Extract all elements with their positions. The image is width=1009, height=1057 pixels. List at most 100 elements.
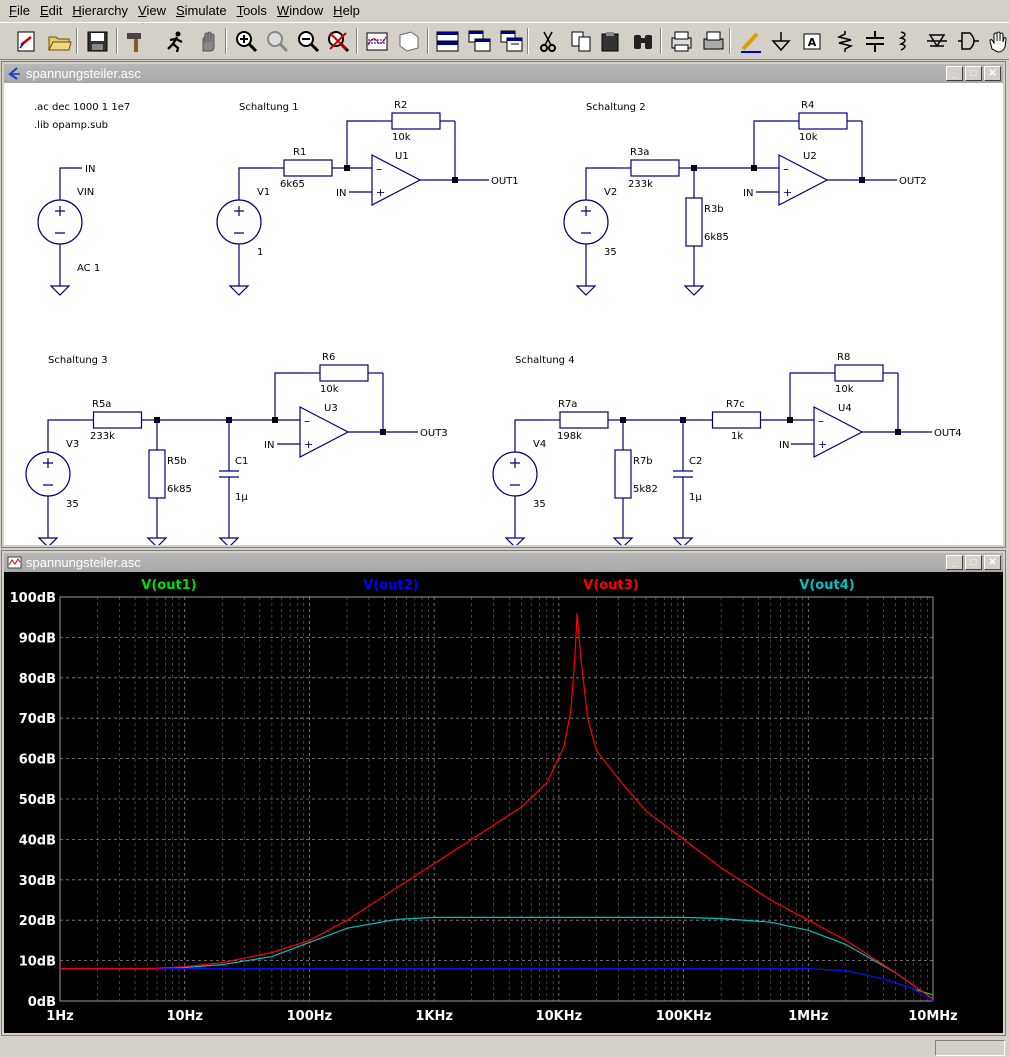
- plot-settings-button[interactable]: [396, 28, 422, 54]
- cascade-windows-button[interactable]: [466, 28, 492, 54]
- menu-help[interactable]: Help: [328, 0, 365, 22]
- legend-vout2[interactable]: V(out2): [363, 578, 418, 593]
- run-simulation-button[interactable]: [162, 28, 188, 54]
- waveform-plot-area[interactable]: 0dB 10dB 20dB 30dB 40dB 50dB 60dB 70dB 80dB 90dB 1…: [4, 572, 1003, 1033]
- c1-value: 1µ: [235, 492, 248, 503]
- copy-icon: [571, 31, 590, 51]
- control-panel-hammer-button[interactable]: [123, 28, 149, 54]
- paste-button[interactable]: [598, 28, 624, 54]
- vin-net-label: IN: [85, 164, 95, 175]
- capacitor-button[interactable]: [862, 28, 888, 54]
- autorange-plot-button[interactable]: [364, 28, 390, 54]
- x-tick-label: 10Hz: [166, 1009, 203, 1024]
- halt-button[interactable]: [194, 28, 220, 54]
- v3-name: V3: [66, 439, 79, 450]
- open-button[interactable]: [46, 28, 72, 54]
- svg-text:–: –: [376, 162, 382, 176]
- circuit4-title: Schaltung 4: [515, 355, 575, 366]
- schematic-window[interactable]: spannungsteiler.asc _ □ ✕ .ac dec 1000 1…: [1, 61, 1006, 548]
- c2-value: 1µ: [689, 492, 702, 503]
- schematic-maximize-button[interactable]: □: [965, 66, 982, 81]
- v4-value: 35: [533, 499, 546, 510]
- vin-name: VIN: [77, 187, 94, 198]
- move-hand-button[interactable]: [985, 28, 1009, 54]
- r5a-name: R5a: [92, 399, 111, 410]
- r6-value: 10k: [320, 384, 339, 395]
- waveform-window-icon: [7, 556, 22, 569]
- menu-view[interactable]: View: [133, 0, 171, 22]
- schematic-close-button[interactable]: ✕: [984, 66, 1001, 81]
- lib-directive: .lib opamp.sub: [34, 120, 108, 131]
- print-preview-button[interactable]: [668, 28, 694, 54]
- menu-edit[interactable]: Edit: [35, 0, 67, 22]
- copy-button[interactable]: [568, 28, 594, 54]
- menu-hierarchy[interactable]: Hierarchy: [67, 0, 133, 22]
- print-button[interactable]: [700, 28, 726, 54]
- v4-name: V4: [533, 439, 546, 450]
- waveform-close-button[interactable]: ✕: [984, 555, 1001, 570]
- menu-tools[interactable]: Tools: [232, 0, 272, 22]
- waveform-title-bar[interactable]: spannungsteiler.asc _ □ ✕: [4, 553, 1003, 572]
- cut-button[interactable]: [535, 28, 561, 54]
- bode-plot[interactable]: 0dB 10dB 20dB 30dB 40dB 50dB 60dB 70dB 80dB 90dB 1…: [4, 572, 999, 1033]
- resistor-button[interactable]: [832, 28, 858, 54]
- v3-value: 35: [66, 499, 79, 510]
- legend-vout4[interactable]: V(out4): [799, 578, 854, 593]
- label-net-icon: A: [803, 33, 820, 49]
- schematic-title-bar[interactable]: spannungsteiler.asc _ □ ✕: [4, 64, 1003, 83]
- r8-value: 10k: [835, 384, 854, 395]
- ground-button[interactable]: [768, 28, 794, 54]
- u1-name: U1: [395, 151, 409, 162]
- circuit2-in-label: IN: [743, 188, 753, 199]
- menu-simulate[interactable]: Simulate: [171, 0, 232, 22]
- component-button[interactable]: [955, 28, 981, 54]
- zoom-fit-button[interactable]: [325, 28, 351, 54]
- r1-name: R1: [293, 147, 306, 158]
- menu-window[interactable]: Window: [272, 0, 328, 22]
- schematic-canvas[interactable]: .ac dec 1000 1 1e7 .lib opamp.sub IN VIN AC …: [4, 83, 1003, 548]
- print-icon: [703, 31, 723, 49]
- menu-file[interactable]: File: [4, 0, 35, 22]
- find-button[interactable]: [630, 28, 656, 54]
- halt-icon: [202, 31, 214, 51]
- label-net-button[interactable]: A: [799, 28, 825, 54]
- zoom-out-icon: [297, 30, 319, 52]
- toolbar-separator: [356, 28, 358, 54]
- schematic-window-title: spannungsteiler.asc: [26, 66, 141, 81]
- r3b-name: R3b: [704, 204, 724, 215]
- r5a-value: 233k: [90, 431, 115, 442]
- move-hand-icon: [988, 31, 1007, 53]
- zoom-out-button[interactable]: [295, 28, 321, 54]
- r7c-name: R7c: [726, 399, 745, 410]
- toolbar-separator: [427, 28, 429, 54]
- save-icon: [87, 31, 107, 51]
- capacitor-icon: [865, 30, 884, 52]
- autorange-plot-icon: [366, 32, 387, 50]
- x-tick-label: 1MHz: [788, 1009, 828, 1024]
- v1-name: V1: [257, 187, 270, 198]
- out1-label: OUT1: [491, 176, 519, 187]
- draw-wire-icon: [740, 32, 761, 53]
- draw-wire-button[interactable]: [738, 28, 764, 54]
- schematic-minimize-button[interactable]: _: [946, 66, 963, 81]
- new-schematic-button[interactable]: [13, 28, 39, 54]
- zoom-in-button[interactable]: [233, 28, 259, 54]
- waveform-minimize-button[interactable]: _: [946, 555, 963, 570]
- r6-name: R6: [322, 352, 335, 363]
- plot-settings-icon: [399, 30, 418, 52]
- y-tick-label: 10dB: [19, 955, 56, 970]
- legend-vout3[interactable]: V(out3): [583, 578, 638, 593]
- inductor-button[interactable]: [892, 28, 918, 54]
- cascade-windows-icon: [468, 30, 490, 51]
- legend-vout1[interactable]: V(out1): [141, 578, 196, 593]
- circuit3-title: Schaltung 3: [48, 355, 108, 366]
- waveform-maximize-button[interactable]: □: [965, 555, 982, 570]
- pan-button[interactable]: [264, 28, 290, 54]
- tile-windows-button[interactable]: [434, 28, 460, 54]
- svg-text:+: +: [783, 186, 792, 199]
- waveform-window[interactable]: spannungsteiler.asc _ □ ✕ 0dB 10dB 20dB 30d…: [1, 550, 1006, 1036]
- close-windows-button[interactable]: [498, 28, 524, 54]
- svg-text:–: –: [818, 414, 824, 428]
- save-button[interactable]: [84, 28, 110, 54]
- diode-button[interactable]: [924, 28, 950, 54]
